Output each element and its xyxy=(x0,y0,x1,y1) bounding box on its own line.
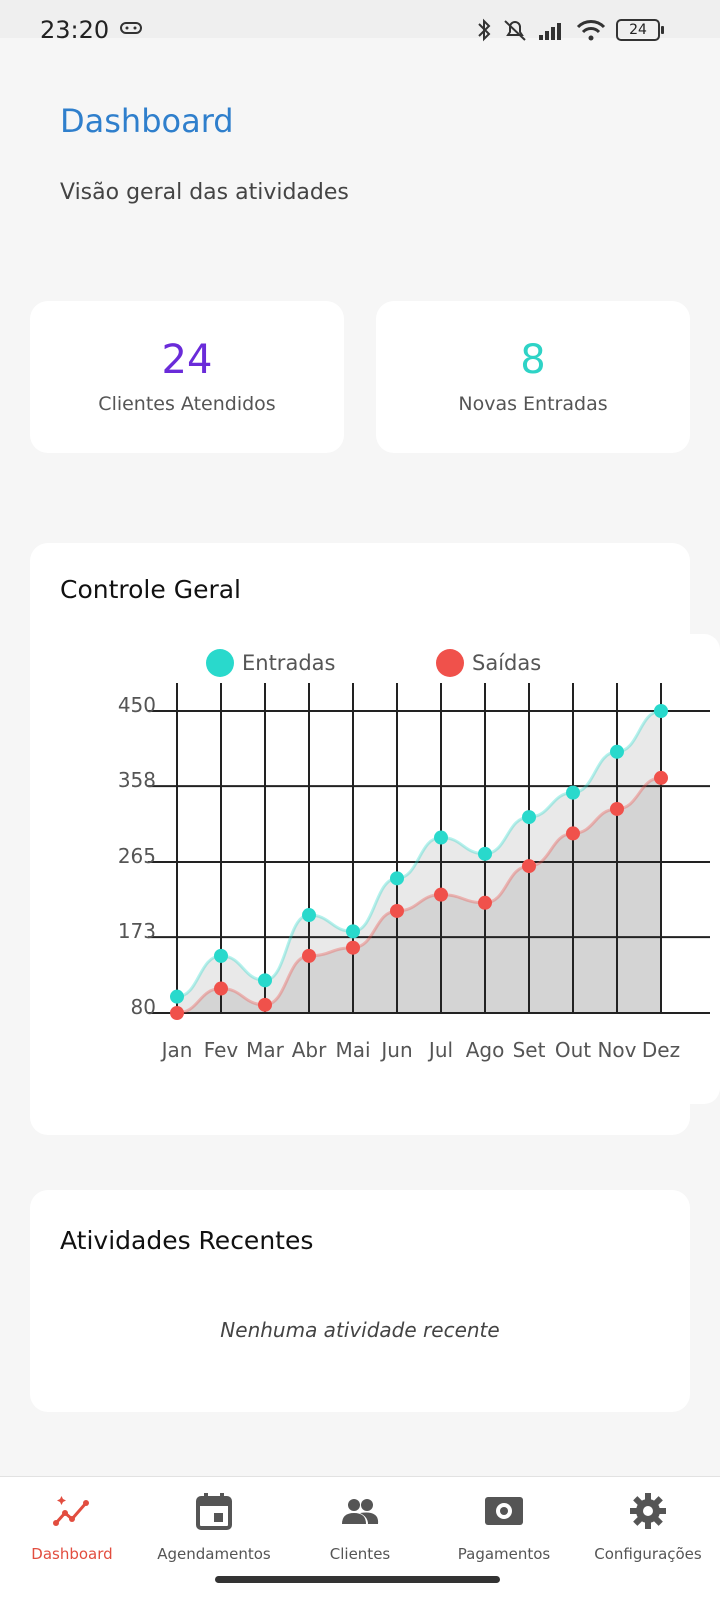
nav-label: Agendamentos xyxy=(157,1545,271,1563)
x-tick-label: Nov xyxy=(597,1038,636,1062)
nav-item-dashboard[interactable]: Dashboard xyxy=(0,1477,144,1577)
activity-card: Atividades Recentes Nenhuma atividade re… xyxy=(30,1190,690,1412)
data-point xyxy=(566,826,580,841)
data-point xyxy=(610,801,624,816)
y-tick-label: 80 xyxy=(131,995,156,1019)
nav-item-pagamentos[interactable]: Pagamentos xyxy=(432,1477,576,1577)
gear-icon xyxy=(630,1493,666,1529)
data-point xyxy=(654,770,668,785)
data-point xyxy=(522,859,536,874)
x-tick-label: Dez xyxy=(642,1038,680,1062)
nav-label: Dashboard xyxy=(31,1545,113,1563)
nav-item-clientes[interactable]: Clientes xyxy=(288,1477,432,1577)
data-point xyxy=(214,948,228,963)
y-tick-label: 450 xyxy=(118,693,156,717)
data-point xyxy=(346,924,360,939)
data-point xyxy=(170,989,184,1004)
nav-label: Configurações xyxy=(594,1545,702,1563)
data-point xyxy=(346,940,360,955)
home-indicator[interactable] xyxy=(215,1576,500,1583)
activity-empty-text: Nenhuma atividade recente xyxy=(220,1318,500,1342)
data-point xyxy=(434,830,448,845)
y-tick-label: 358 xyxy=(118,768,156,792)
x-tick-label: Jun xyxy=(379,1038,412,1062)
x-tick-label: Fev xyxy=(204,1038,239,1062)
nav-label: Clientes xyxy=(329,1545,391,1563)
x-tick-label: Mar xyxy=(246,1038,285,1062)
nav-item-agendamentos[interactable]: Agendamentos xyxy=(142,1477,286,1577)
x-tick-label: Jul xyxy=(427,1038,453,1062)
data-point xyxy=(654,704,668,718)
data-point xyxy=(258,997,272,1012)
data-point xyxy=(302,948,316,963)
y-tick-label: 265 xyxy=(118,844,156,868)
money-icon xyxy=(485,1497,523,1525)
chart-line-icon xyxy=(53,1496,89,1526)
data-point xyxy=(170,1006,184,1020)
data-point xyxy=(434,887,448,902)
x-tick-label: Out xyxy=(555,1038,591,1062)
data-point xyxy=(478,846,492,861)
people-icon xyxy=(342,1499,379,1524)
x-tick-label: Set xyxy=(513,1038,546,1062)
nav-item-configuracoes[interactable]: Configurações xyxy=(576,1477,720,1577)
x-tick-label: Ago xyxy=(466,1038,505,1062)
data-point xyxy=(390,871,404,886)
y-tick-label: 173 xyxy=(118,919,156,943)
calendar-icon xyxy=(196,1493,232,1530)
data-point xyxy=(522,810,536,825)
data-point xyxy=(214,981,228,996)
x-tick-label: Jan xyxy=(160,1038,193,1062)
data-point xyxy=(566,785,580,800)
data-point xyxy=(302,908,316,923)
data-point xyxy=(258,973,272,988)
data-point xyxy=(610,744,624,759)
data-point xyxy=(390,903,404,918)
x-tick-label: Mai xyxy=(335,1038,370,1062)
line-chart: 80 173 265 358 450 Jan Fev Mar Abr Mai Jun Jul Ago Se… xyxy=(118,683,710,1062)
activity-title: Atividades Recentes xyxy=(60,1226,314,1255)
data-point xyxy=(478,895,492,910)
x-tick-label: Abr xyxy=(292,1038,327,1062)
nav-label: Pagamentos xyxy=(457,1545,551,1563)
